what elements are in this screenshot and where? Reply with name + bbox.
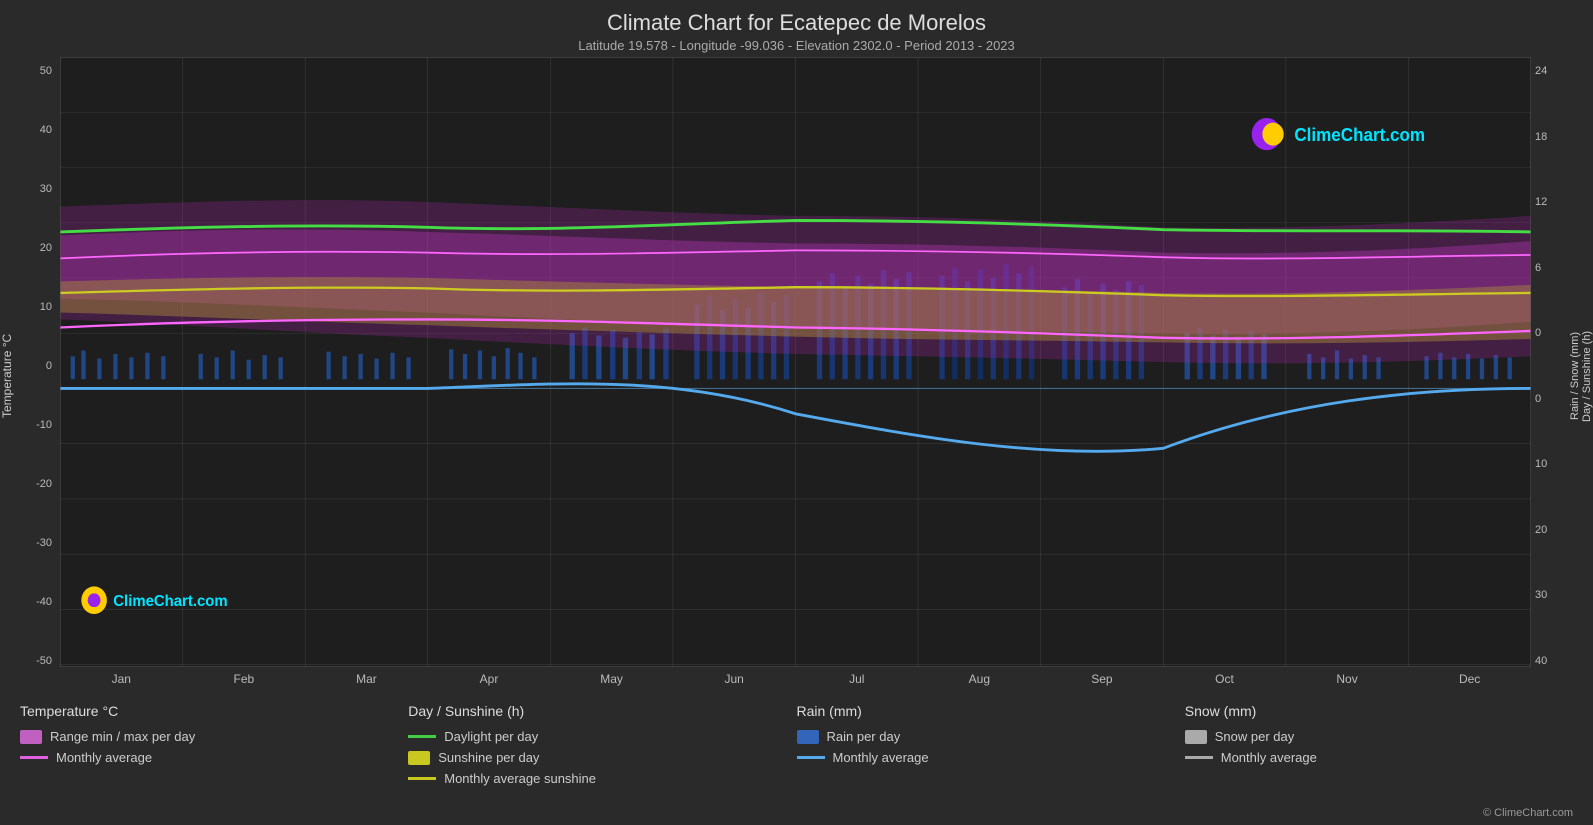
legend-label-daylight: Daylight per day (444, 729, 538, 744)
svg-text:ClimeChart.com: ClimeChart.com (113, 593, 227, 611)
legend-item-rain-perday: Rain per day (797, 729, 1185, 744)
y-right-20: 20 (1535, 524, 1547, 536)
legend-item-snow-perday: Snow per day (1185, 729, 1573, 744)
chart-subtitle: Latitude 19.578 - Longitude -99.036 - El… (0, 38, 1593, 53)
y-label-m40: -40 (36, 596, 52, 608)
legend-swatch-sunshine (408, 751, 430, 765)
legend-swatch-snow (1185, 730, 1207, 744)
y-label-m50: -50 (36, 655, 52, 667)
y-right-0b: 0 (1535, 393, 1541, 405)
x-label-jul: Jul (795, 672, 918, 695)
x-label-mar: Mar (305, 672, 428, 695)
chart-title-area: Climate Chart for Ecatepec de Morelos La… (0, 0, 1593, 57)
copyright: © ClimeChart.com (1483, 807, 1573, 819)
legend-line-rain-avg (797, 756, 825, 759)
y-label-m30: -30 (36, 537, 52, 549)
x-label-jun: Jun (673, 672, 796, 695)
legend-area: Temperature °C Range min / max per day M… (0, 695, 1593, 825)
y-axis-left-title: Temperature °C (0, 57, 18, 695)
y-label-0: 0 (46, 360, 52, 372)
y-label-40: 40 (40, 124, 52, 136)
legend-title-temperature: Temperature °C (20, 703, 408, 719)
y-axis-right-title-rain: Rain / Snow (mm) (1569, 65, 1581, 687)
x-label-oct: Oct (1163, 672, 1286, 695)
y-label-m20: -20 (36, 478, 52, 490)
y-right-0a: 0 (1535, 327, 1541, 339)
x-axis-labels: Jan Feb Mar Apr May Jun Jul Aug Sep Oct … (60, 667, 1531, 695)
svg-text:ClimeChart.com: ClimeChart.com (1294, 124, 1425, 145)
legend-label-sunshine-perday: Sunshine per day (438, 750, 539, 765)
legend-line-snow-avg (1185, 756, 1213, 759)
legend-label-temp-avg: Monthly average (56, 750, 152, 765)
legend-line-daylight (408, 735, 436, 738)
x-label-jan: Jan (60, 672, 183, 695)
legend-title-rain: Rain (mm) (797, 703, 1185, 719)
y-right-18: 18 (1535, 131, 1547, 143)
x-label-feb: Feb (183, 672, 306, 695)
y-label-50: 50 (40, 65, 52, 77)
chart-title: Climate Chart for Ecatepec de Morelos (0, 10, 1593, 36)
legend-item-sunshine-avg: Monthly average sunshine (408, 771, 796, 786)
legend-swatch-temp-range (20, 730, 42, 744)
y-right-40: 40 (1535, 655, 1547, 667)
legend-line-sunshine-avg (408, 777, 436, 780)
legend-item-temp-range: Range min / max per day (20, 729, 408, 744)
legend-item-sunshine-swatch: Sunshine per day (408, 750, 796, 765)
chart-area-wrapper: ClimeChart.com ClimeChart.com Jan Feb M (60, 57, 1531, 695)
legend-label-rain-perday: Rain per day (827, 729, 901, 744)
chart-container: Climate Chart for Ecatepec de Morelos La… (0, 0, 1593, 825)
legend-label-snow-avg: Monthly average (1221, 750, 1317, 765)
legend-label-temp-range: Range min / max per day (50, 729, 195, 744)
legend-label-sunshine-avg: Monthly average sunshine (444, 771, 596, 786)
legend-title-sunshine: Day / Sunshine (h) (408, 703, 796, 719)
chart-svg-area: ClimeChart.com ClimeChart.com (60, 57, 1531, 667)
legend-line-temp-avg (20, 756, 48, 759)
y-label-30: 30 (40, 183, 52, 195)
y-right-30: 30 (1535, 589, 1547, 601)
y-label-20: 20 (40, 242, 52, 254)
legend-col-rain: Rain (mm) Rain per day Monthly average (797, 703, 1185, 820)
x-label-apr: Apr (428, 672, 551, 695)
legend-swatch-rain (797, 730, 819, 744)
legend-item-temp-avg: Monthly average (20, 750, 408, 765)
legend-label-rain-avg: Monthly average (833, 750, 929, 765)
x-label-aug: Aug (918, 672, 1041, 695)
legend-label-snow-perday: Snow per day (1215, 729, 1295, 744)
legend-title-snow: Snow (mm) (1185, 703, 1573, 719)
y-right-12: 12 (1535, 196, 1547, 208)
x-label-nov: Nov (1286, 672, 1409, 695)
legend-item-daylight: Daylight per day (408, 729, 796, 744)
y-right-6: 6 (1535, 262, 1541, 274)
legend-col-sunshine: Day / Sunshine (h) Daylight per day Suns… (408, 703, 796, 820)
y-axis-right-title-sunshine: Day / Sunshine (h) (1581, 65, 1593, 687)
legend-col-temperature: Temperature °C Range min / max per day M… (20, 703, 408, 820)
legend-item-snow-avg: Monthly average (1185, 750, 1573, 765)
y-right-10: 10 (1535, 458, 1547, 470)
y-label-m10: -10 (36, 419, 52, 431)
chart-main: Temperature °C 50 40 30 20 10 0 -10 -20 … (0, 57, 1593, 695)
x-label-may: May (550, 672, 673, 695)
y-label-10: 10 (40, 301, 52, 313)
legend-item-rain-avg: Monthly average (797, 750, 1185, 765)
y-right-24: 24 (1535, 65, 1547, 77)
legend-col-snow: Snow (mm) Snow per day Monthly average (1185, 703, 1573, 820)
x-label-sep: Sep (1041, 672, 1164, 695)
x-label-dec: Dec (1408, 672, 1531, 695)
